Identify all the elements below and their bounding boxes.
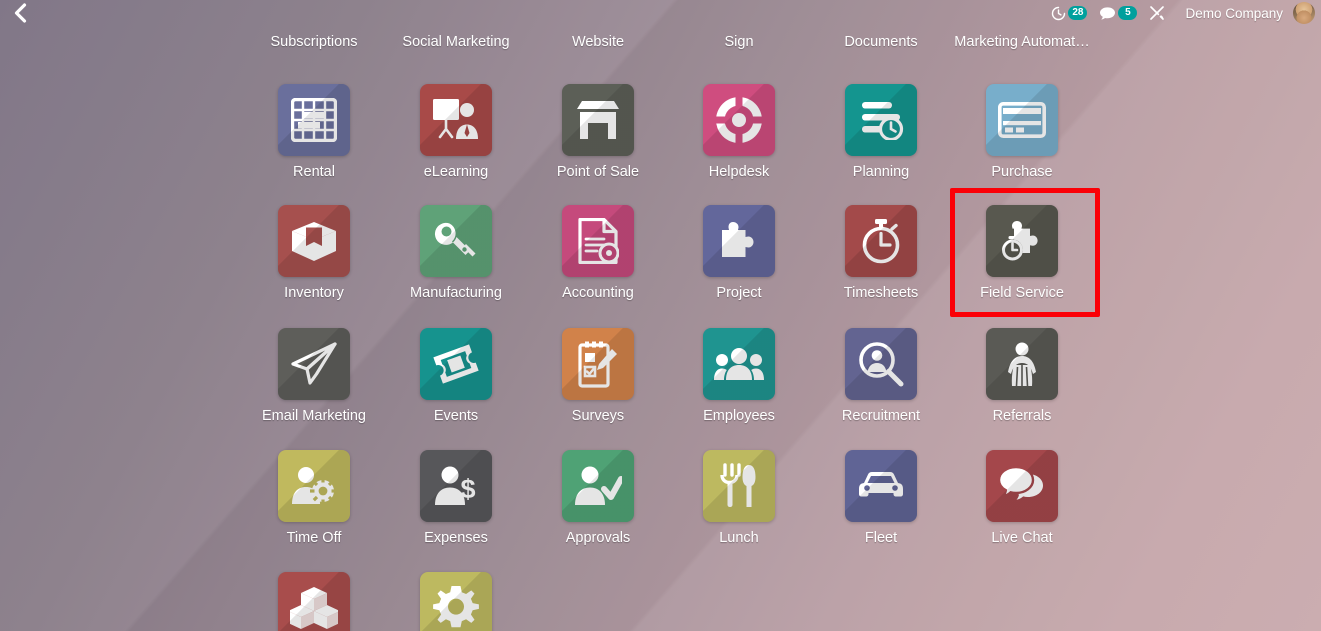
systray: 28 5 Demo Company — [1045, 0, 1321, 26]
apps-cubes-icon — [278, 572, 350, 631]
app-time-off[interactable]: Time Off — [243, 450, 385, 547]
app-label: Approvals — [565, 530, 631, 546]
app-label: Project — [716, 285, 762, 301]
app-events[interactable]: Events — [385, 328, 527, 425]
manufacturing-wrench-icon — [420, 205, 492, 277]
surveys-clipboard-icon — [562, 328, 634, 400]
app-accounting[interactable]: Accounting — [527, 205, 669, 302]
app-label: Field Service — [980, 285, 1064, 301]
activity-menu[interactable]: 28 — [1045, 0, 1093, 26]
app-project[interactable]: Project — [668, 205, 810, 302]
app-label: Time Off — [286, 530, 342, 546]
timesheets-stopwatch-icon — [845, 205, 917, 277]
app-point-of-sale[interactable]: Point of Sale — [527, 84, 669, 181]
events-ticket-icon — [420, 328, 492, 400]
app-label: Expenses — [424, 530, 488, 546]
app-label: Accounting — [562, 285, 634, 301]
app-helpdesk[interactable]: Helpdesk — [668, 84, 810, 181]
settings-gear-icon — [420, 572, 492, 631]
debug-tools-menu[interactable] — [1143, 0, 1171, 26]
app-employees[interactable]: Employees — [668, 328, 810, 425]
purchase-card-icon — [986, 84, 1058, 156]
app-label: Purchase — [991, 164, 1053, 180]
user-menu[interactable]: Demo Company — [1171, 0, 1317, 26]
app-planning[interactable]: Planning — [810, 84, 952, 181]
app-label: Recruitment — [841, 408, 921, 424]
activity-clock-icon — [1051, 6, 1066, 21]
app-label: eLearning — [423, 164, 489, 180]
app-label: Fleet — [864, 530, 898, 546]
employees-group-icon — [703, 328, 775, 400]
app-label: Inventory — [284, 285, 344, 301]
app-elearning[interactable]: eLearning — [385, 84, 527, 181]
app-referrals[interactable]: Referrals — [951, 328, 1093, 425]
helpdesk-lifebuoy-icon — [703, 84, 775, 156]
pos-shop-icon — [562, 84, 634, 156]
app-settings[interactable]: Settings — [385, 572, 527, 631]
app-expenses[interactable]: $ Expenses — [385, 450, 527, 547]
field-service-icon — [986, 205, 1058, 277]
live-chat-bubbles-icon — [986, 450, 1058, 522]
elearning-board-icon — [420, 84, 492, 156]
expenses-money-icon: $ — [420, 450, 492, 522]
messages-count-badge: 5 — [1118, 6, 1138, 20]
app-lunch[interactable]: Lunch — [668, 450, 810, 547]
accounting-doc-icon — [562, 205, 634, 277]
app-label: Lunch — [719, 530, 759, 546]
svg-text:$: $ — [460, 474, 475, 504]
chevron-left-icon — [13, 3, 27, 23]
top-bar: 28 5 Demo Company — [0, 0, 1321, 26]
referrals-hero-icon — [986, 328, 1058, 400]
app-label: Email Marketing — [262, 408, 366, 424]
app-label: Timesheets — [843, 285, 919, 301]
app-label: Rental — [293, 164, 335, 180]
app-inventory[interactable]: Inventory — [243, 205, 385, 302]
time-off-sun-icon — [278, 450, 350, 522]
app-recruitment[interactable]: Recruitment — [810, 328, 952, 425]
app-label: Events — [433, 408, 479, 424]
app-timesheets[interactable]: Timesheets — [810, 205, 952, 302]
inventory-box-icon — [278, 205, 350, 277]
company-name: Demo Company — [1185, 5, 1283, 21]
back-button[interactable] — [0, 0, 40, 26]
lunch-cutlery-icon — [703, 450, 775, 522]
app-label: Surveys — [571, 408, 625, 424]
planning-clock-icon — [845, 84, 917, 156]
activity-count-badge: 28 — [1068, 6, 1088, 20]
email-marketing-plane-icon — [278, 328, 350, 400]
app-apps[interactable]: Apps — [243, 572, 385, 631]
app-purchase[interactable]: Purchase — [951, 84, 1093, 181]
app-rental[interactable]: Rental — [243, 84, 385, 181]
crossed-tools-icon — [1149, 5, 1165, 21]
recruitment-search-icon — [845, 328, 917, 400]
avatar[interactable] — [1293, 2, 1315, 24]
app-label: Planning — [852, 164, 910, 180]
app-manufacturing[interactable]: Manufacturing — [385, 205, 527, 302]
app-fleet[interactable]: Fleet — [810, 450, 952, 547]
app-email-marketing[interactable]: Email Marketing — [243, 328, 385, 425]
app-label: Live Chat — [991, 530, 1053, 546]
app-label: Point of Sale — [556, 164, 640, 180]
app-label: Referrals — [992, 408, 1052, 424]
messaging-menu[interactable]: 5 — [1093, 0, 1143, 26]
app-label: Employees — [703, 408, 775, 424]
project-puzzle-icon — [703, 205, 775, 277]
app-field-service[interactable]: Field Service — [951, 205, 1093, 302]
app-surveys[interactable]: Surveys — [527, 328, 669, 425]
app-label: Manufacturing — [410, 285, 502, 301]
rental-calendar-icon — [278, 84, 350, 156]
approvals-check-icon — [562, 450, 634, 522]
app-label: Helpdesk — [708, 164, 770, 180]
app-grid: Rental eLearning Point of Sale Helpdesk — [0, 0, 1321, 631]
fleet-car-icon — [845, 450, 917, 522]
app-approvals[interactable]: Approvals — [527, 450, 669, 547]
chat-bubble-icon — [1099, 6, 1116, 21]
app-live-chat[interactable]: Live Chat — [951, 450, 1093, 547]
